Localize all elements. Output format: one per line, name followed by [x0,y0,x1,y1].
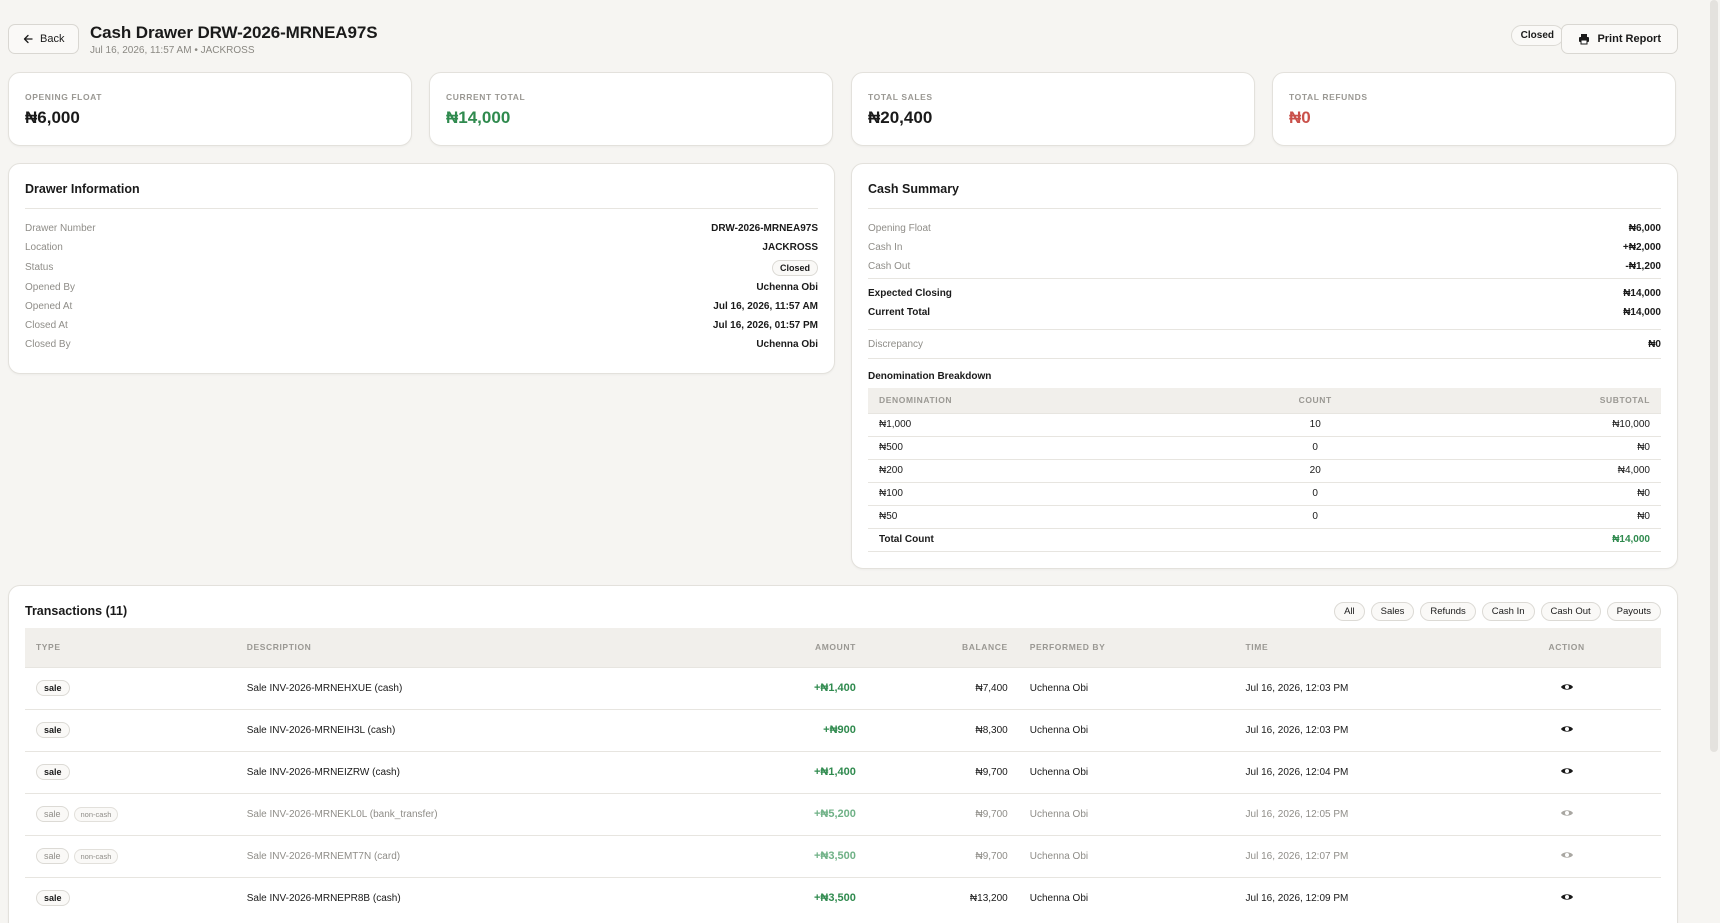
type-badge: sale [36,806,69,822]
eye-icon[interactable] [1560,724,1574,734]
summary-row-opening-float: Opening Float ₦6,000 [868,223,1661,234]
filter-all[interactable]: All [1334,602,1365,621]
filter-cash-in[interactable]: Cash In [1481,602,1535,621]
type-badge: sale [36,848,69,864]
back-label: Back [40,33,65,45]
section-title: Cash Summary [868,182,960,196]
denomination-breakdown-title: Denomination Breakdown [868,371,992,382]
page-subtitle: Jul 16, 2026, 11:57 AM • JACKROSS [90,45,255,56]
table-row: ₦500 0 ₦0 [868,435,1661,459]
eye-icon[interactable] [1560,850,1574,860]
eye-icon[interactable] [1560,808,1574,818]
stat-value: ₦20,400 [868,108,933,127]
stat-label: Opening Float [25,92,103,102]
table-header-row: Type Description Amount Balance Performe… [25,628,1661,667]
info-row-location: Location JACKROSS [25,242,818,253]
print-label: Print Report [1597,33,1661,45]
summary-row-discrepancy: Discrepancy ₦0 [868,338,1661,350]
status-badge: Closed [771,259,818,276]
stat-card-total-refunds: Total Refunds ₦0 [1272,72,1676,146]
type-badge: sale [36,764,70,780]
table-row: sale non-cash Sale INV-2026-MRNEMT7N (car… [25,834,1661,877]
type-badge: sale [36,722,70,738]
type-badge: sale [36,890,70,907]
summary-row-cash-out: Cash Out -₦1,200 [868,261,1661,272]
table-row: sale Sale INV-2026-MRNEPR8B (cash) +₦3,5… [25,876,1661,919]
stat-value: ₦14,000 [446,108,511,127]
eye-icon[interactable] [1560,682,1574,692]
table-row: sale non-cash Sale INV-2026-MRNEKL0L (ban… [25,792,1661,835]
info-row-closed-at: Closed At Jul 16, 2026, 01:57 PM [25,320,818,331]
table-total-row: Total Count ₦14,000 [868,527,1661,552]
stat-card-opening-float: Opening Float ₦6,000 [8,72,412,146]
table-row: sale Sale INV-2026-MRNEIZRW (cash) +₦1,4… [25,750,1661,793]
summary-row-expected-closing: Expected Closing ₦14,000 [868,288,1661,299]
stat-label: Total Refunds [1289,92,1368,102]
stat-card-current-total: Current Total ₦14,000 [429,72,833,146]
transaction-filters: All Sales Refunds Cash In Cash Out Payou… [1334,602,1661,621]
eye-icon[interactable] [1560,892,1574,902]
denomination-table: Denomination Count Subtotal ₦1,000 10 ₦1… [868,388,1661,552]
table-row: sale Sale INV-2026-MRNEIH3L (cash) +₦900… [25,708,1661,751]
transactions-table: Type Description Amount Balance Performe… [25,628,1661,919]
type-badge: sale [36,680,70,696]
non-cash-badge: non-cash [73,849,119,864]
drawer-information-card: Drawer Information Drawer Number DRW-202… [8,163,835,374]
cash-summary-card: Cash Summary Opening Float ₦6,000 Cash I… [851,163,1678,569]
info-row-opened-by: Opened By Uchenna Obi [25,282,818,293]
stat-card-total-sales: Total Sales ₦20,400 [851,72,1255,146]
summary-row-current-total: Current Total ₦14,000 [868,307,1661,318]
stat-value: ₦6,000 [25,108,80,127]
table-row: ₦200 20 ₦4,000 [868,458,1661,482]
filter-cash-out[interactable]: Cash Out [1540,602,1601,621]
page-title: Cash Drawer DRW-2026-MRNEA97S [90,23,378,42]
info-row-closed-by: Closed By Uchenna Obi [25,339,818,350]
page-scrollbar[interactable] [1710,0,1718,752]
eye-icon[interactable] [1560,766,1574,776]
arrow-left-icon [23,34,33,44]
info-row-drawer-number: Drawer Number DRW-2026-MRNEA97S [25,223,818,234]
stat-value: ₦0 [1289,108,1311,127]
table-row: sale Sale INV-2026-MRNEHXUE (cash) +₦1,4… [25,666,1661,709]
cash-drawer-page: Back Cash Drawer DRW-2026-MRNEA97S Jul 1… [8,0,1678,923]
table-row: ₦1,000 10 ₦10,000 [868,412,1661,436]
table-row: ₦100 0 ₦0 [868,481,1661,505]
info-row-opened-at: Opened At Jul 16, 2026, 11:57 AM [25,301,818,312]
filter-sales[interactable]: Sales [1370,602,1415,621]
section-title: Drawer Information [25,182,140,196]
back-button[interactable]: Back [8,24,80,54]
status-badge: Closed [1510,25,1564,46]
filter-refunds[interactable]: Refunds [1420,602,1476,621]
table-row: ₦50 0 ₦0 [868,504,1661,528]
table-header-row: Denomination Count Subtotal [868,388,1661,413]
summary-row-cash-in: Cash In +₦2,000 [868,242,1661,253]
info-row-status: Status Closed [25,257,818,278]
filter-payouts[interactable]: Payouts [1606,602,1661,621]
printer-icon [1579,34,1590,45]
stat-label: Total Sales [868,92,933,102]
transactions-card: Transactions (11) All Sales Refunds Cash… [8,585,1678,923]
page-header: Back Cash Drawer DRW-2026-MRNEA97S Jul 1… [8,23,1678,57]
stat-label: Current Total [446,92,526,102]
print-report-button[interactable]: Print Report [1561,24,1678,54]
non-cash-badge: non-cash [73,807,119,822]
